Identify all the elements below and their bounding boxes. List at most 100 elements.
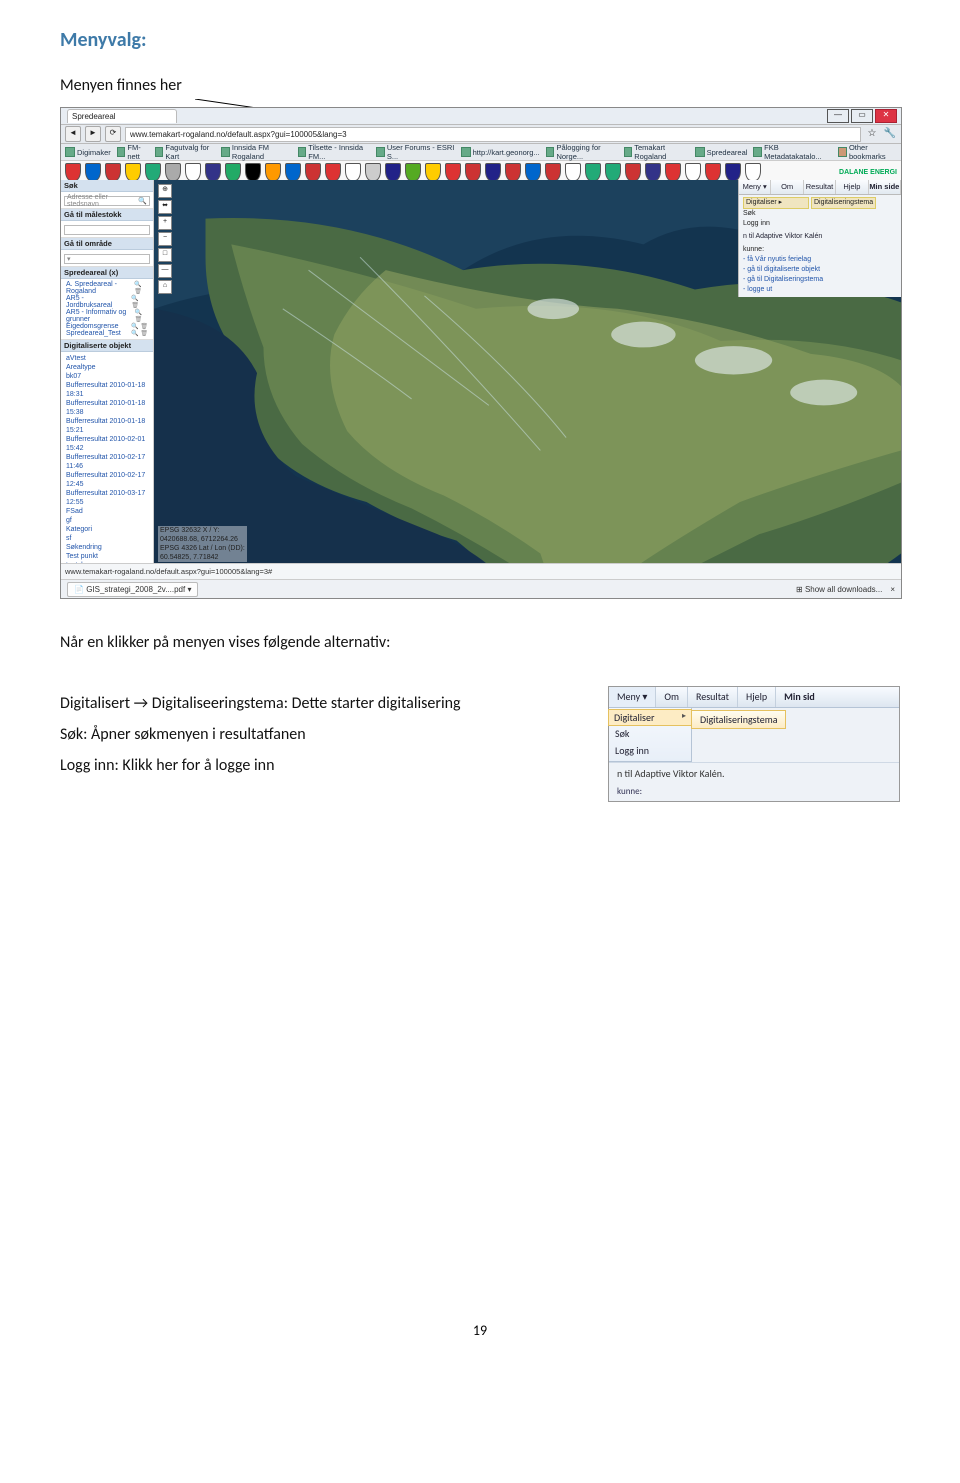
map-tool-button[interactable]: □ <box>158 248 172 262</box>
municipality-crest-icon[interactable] <box>625 163 641 181</box>
bookmark-item[interactable]: Tilsette - Innsida FM... <box>298 143 371 161</box>
digitized-object-item[interactable]: aVtest <box>64 354 150 363</box>
digitized-object-item[interactable]: FSad <box>64 507 150 516</box>
layer-item[interactable]: AR5 - Informativ og grunner🔍 🗑 <box>64 309 150 323</box>
bookmark-other[interactable]: Other bookmarks <box>838 143 897 161</box>
map-tool-button[interactable]: — <box>158 264 172 278</box>
nav-back-button[interactable]: ◄ <box>65 126 81 142</box>
layer-item[interactable]: Spredeareal_Test🔍 🗑 <box>64 330 150 337</box>
municipality-crest-icon[interactable] <box>65 163 81 181</box>
menu-item-digitaliser[interactable]: Digitaliser ▸ <box>743 197 809 209</box>
bookmark-item[interactable]: Digimaker <box>65 147 111 157</box>
municipality-crest-icon[interactable] <box>85 163 101 181</box>
mini-tab[interactable]: Hjelp <box>738 687 776 707</box>
municipality-crest-icon[interactable] <box>505 163 521 181</box>
municipality-crest-icon[interactable] <box>385 163 401 181</box>
mini-tab[interactable]: Om <box>656 687 688 707</box>
window-min-button[interactable]: — <box>827 109 849 123</box>
map-tool-button[interactable]: ⊕ <box>158 184 172 198</box>
bookmark-item[interactable]: FM-nett <box>117 143 149 161</box>
bookmark-item[interactable]: User Forums - ESRI S... <box>376 143 454 161</box>
bookmark-item[interactable]: FKB Metadatakatalo... <box>753 143 826 161</box>
right-tab[interactable]: Om <box>771 180 803 194</box>
download-item[interactable]: 📄 GIS_strategi_2008_2v....pdf ▾ <box>67 582 198 597</box>
map-canvas[interactable]: ⊕⬌+−□—⌂ EPSG 32632 X / Y: 0420688.68, 67… <box>154 180 901 564</box>
municipality-crest-icon[interactable] <box>665 163 681 181</box>
bookmark-item[interactable]: Spredeareal <box>695 147 748 157</box>
municipality-crest-icon[interactable] <box>225 163 241 181</box>
municipality-crest-icon[interactable] <box>565 163 581 181</box>
right-tab[interactable]: Meny ▾ <box>739 180 771 194</box>
menu-item-sok[interactable]: Søk <box>743 209 897 219</box>
right-tab[interactable]: Resultat <box>804 180 836 194</box>
digitized-object-item[interactable]: Bufferresultat 2010-02-17 12:45 <box>64 471 150 489</box>
digitized-object-item[interactable]: Bufferresultat 2010-01-18 15:21 <box>64 417 150 435</box>
municipality-crest-icon[interactable] <box>365 163 381 181</box>
digitized-object-item[interactable]: Bufferresultat 2010-02-17 11:46 <box>64 453 150 471</box>
digitized-object-item[interactable]: Bufferresultat 2010-03-17 12:55 <box>64 489 150 507</box>
municipality-crest-icon[interactable] <box>185 163 201 181</box>
bookmark-item[interactable]: Pålogging for Norge... <box>546 143 618 161</box>
mini-menu-digitaliser[interactable]: Digitaliser▸ <box>608 709 692 726</box>
municipality-crest-icon[interactable] <box>265 163 281 181</box>
map-tool-button[interactable]: ⌂ <box>158 280 172 294</box>
mini-tab[interactable]: Meny ▾ <box>609 687 656 707</box>
mini-menu-sok[interactable]: Søk <box>609 725 691 742</box>
window-close-button[interactable]: ✕ <box>875 109 897 123</box>
mini-menu-logginn[interactable]: Logg inn <box>609 742 691 759</box>
map-tool-button[interactable]: ⬌ <box>158 200 172 214</box>
municipality-crest-icon[interactable] <box>105 163 121 181</box>
digitized-object-item[interactable]: gf <box>64 516 150 525</box>
municipality-crest-icon[interactable] <box>245 163 261 181</box>
reload-button[interactable]: ⟳ <box>105 126 121 142</box>
bookmark-item[interactable]: Fagutvalg for Kart <box>155 143 216 161</box>
digitized-object-item[interactable]: Kategori <box>64 525 150 534</box>
area-select[interactable]: ▾ <box>64 254 150 264</box>
municipality-crest-icon[interactable] <box>705 163 721 181</box>
bookmark-item[interactable]: http://kart.geonorg... <box>461 147 540 157</box>
downloads-close-button[interactable]: × <box>890 585 895 594</box>
layer-item[interactable]: AR5 - Jordbruksareal🔍 🗑 <box>64 295 150 309</box>
browser-tab[interactable]: Spredeareal <box>67 109 177 123</box>
mini-tab[interactable]: Min sid <box>776 687 823 707</box>
digitized-object-item[interactable]: Bufferresultat 2010-02-01 15:42 <box>64 435 150 453</box>
mini-tab[interactable]: Resultat <box>688 687 738 707</box>
search-input[interactable]: Adresse eller stedsnavn🔍 <box>64 196 150 206</box>
municipality-crest-icon[interactable] <box>725 163 741 181</box>
menu-item-logginn[interactable]: Logg inn <box>743 219 897 229</box>
municipality-crest-icon[interactable] <box>345 163 361 181</box>
municipality-crest-icon[interactable] <box>465 163 481 181</box>
bookmark-star-icon[interactable]: ☆ <box>865 127 879 141</box>
bookmark-item[interactable]: Temakart Rogaland <box>624 143 689 161</box>
url-field[interactable]: www.temakart-rogaland.no/default.aspx?gu… <box>125 127 861 142</box>
municipality-crest-icon[interactable] <box>145 163 161 181</box>
bookmark-item[interactable]: Innsida FM Rogaland <box>221 143 291 161</box>
digitized-object-item[interactable]: Bufferresultat 2010-01-18 18:31 <box>64 381 150 399</box>
layer-item[interactable]: A. Spredeareal - Rogaland🔍 🗑 <box>64 281 150 295</box>
layer-item[interactable]: Eigedomsgrense🔍 🗑 <box>64 323 150 330</box>
municipality-crest-icon[interactable] <box>745 163 761 181</box>
municipality-crest-icon[interactable] <box>645 163 661 181</box>
municipality-crest-icon[interactable] <box>305 163 321 181</box>
submenu-digitaliseringstema[interactable]: Digitaliseringstema <box>811 197 876 209</box>
nav-forward-button[interactable]: ► <box>85 126 101 142</box>
municipality-crest-icon[interactable] <box>605 163 621 181</box>
show-all-downloads-link[interactable]: ⊞ Show all downloads... <box>796 585 882 594</box>
municipality-crest-icon[interactable] <box>205 163 221 181</box>
municipality-crest-icon[interactable] <box>325 163 341 181</box>
municipality-crest-icon[interactable] <box>545 163 561 181</box>
map-tool-button[interactable]: − <box>158 232 172 246</box>
settings-wrench-icon[interactable]: 🔧 <box>883 127 897 141</box>
digitized-object-item[interactable]: sf <box>64 534 150 543</box>
digitized-object-item[interactable]: Arealtype <box>64 363 150 372</box>
digitized-object-item[interactable]: Søkendring <box>64 543 150 552</box>
digitized-object-item[interactable]: Test punkt <box>64 552 150 561</box>
municipality-crest-icon[interactable] <box>285 163 301 181</box>
municipality-crest-icon[interactable] <box>485 163 501 181</box>
municipality-crest-icon[interactable] <box>125 163 141 181</box>
municipality-crest-icon[interactable] <box>525 163 541 181</box>
mini-submenu-item[interactable]: Digitaliseringstema <box>691 710 786 729</box>
municipality-crest-icon[interactable] <box>165 163 181 181</box>
municipality-crest-icon[interactable] <box>425 163 441 181</box>
municipality-crest-icon[interactable] <box>585 163 601 181</box>
